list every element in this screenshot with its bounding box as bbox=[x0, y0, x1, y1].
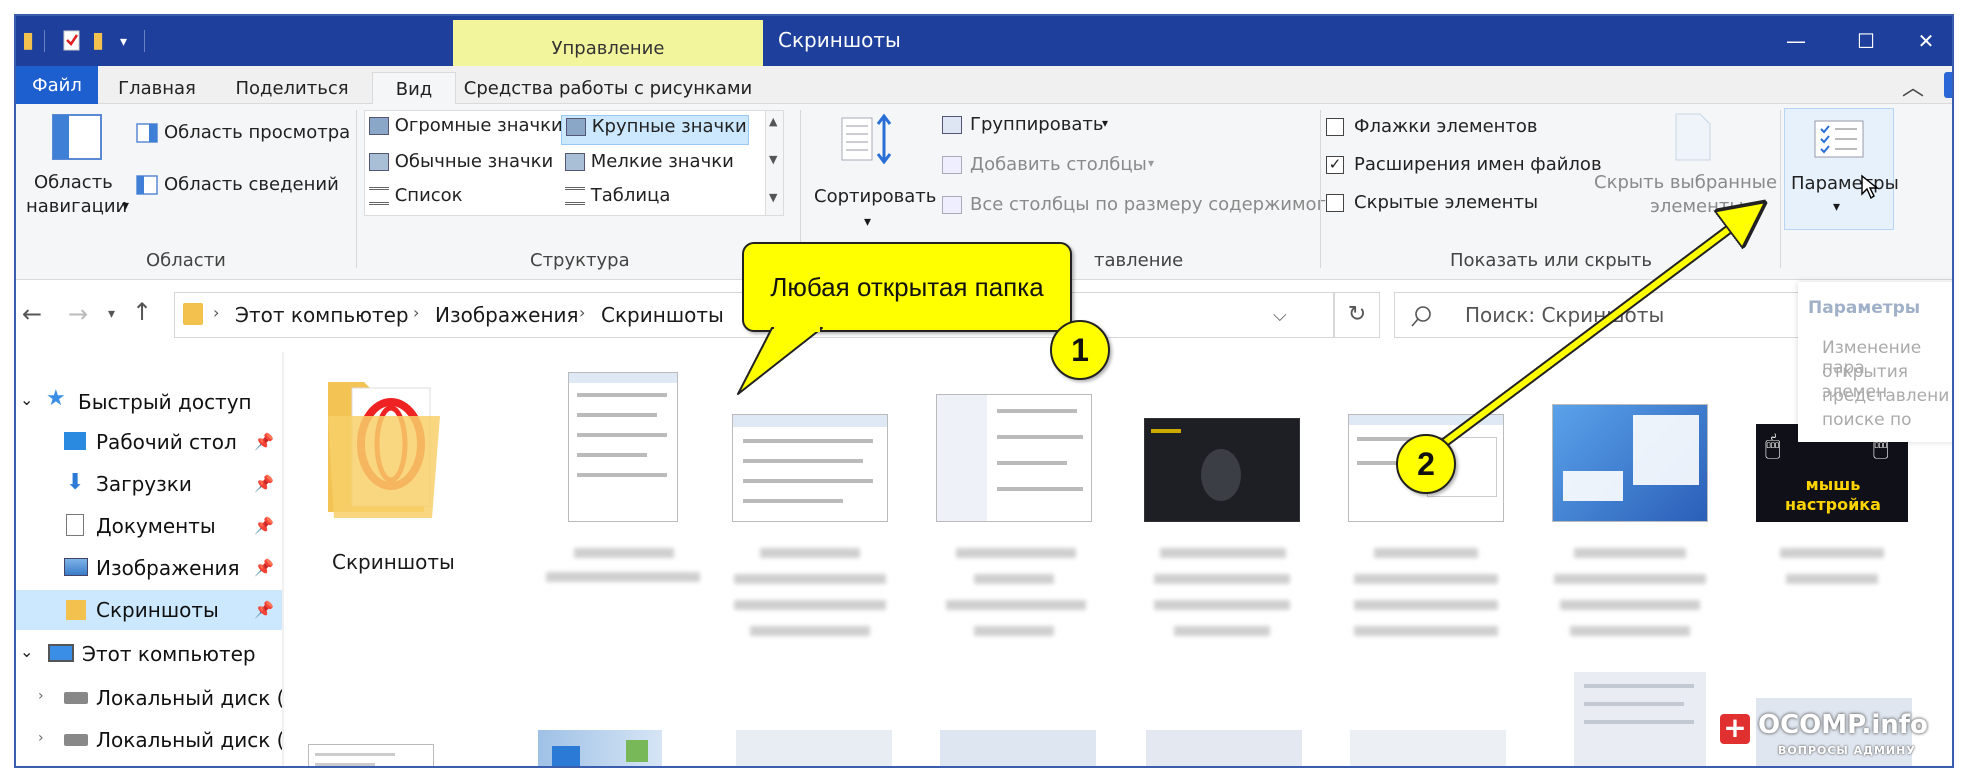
annotation-badge-1: 1 bbox=[1050, 320, 1110, 380]
annotation-arrows bbox=[1421, 16, 1954, 462]
watermark-logo: + bbox=[1720, 714, 1750, 744]
watermark-tagline: ВОПРОСЫ АДМИНУ bbox=[1778, 744, 1916, 757]
watermark-brand: OCOMP.info bbox=[1758, 710, 1928, 740]
watermark: + OCOMP.info ВОПРОСЫ АДМИНУ bbox=[1720, 706, 1950, 766]
callout-pointer bbox=[737, 320, 823, 395]
explorer-window: ▮ ▮ ▾ Управление Скриншоты — ☐ ✕ Файл Гл… bbox=[14, 14, 1954, 768]
annotation-badge-2: 2 bbox=[1396, 434, 1456, 494]
